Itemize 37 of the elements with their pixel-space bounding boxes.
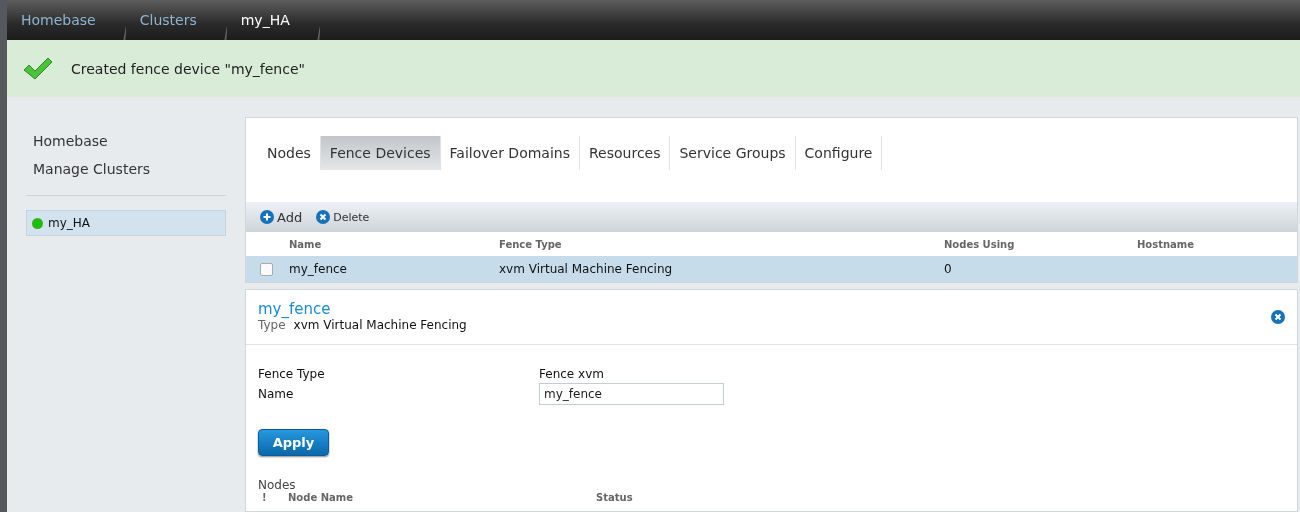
sidebar-link[interactable]: Homebase xyxy=(26,127,226,155)
add-icon xyxy=(260,210,274,224)
column-header: Node Name xyxy=(288,492,354,503)
close-icon xyxy=(1271,310,1285,324)
column-header: Hostname xyxy=(1137,237,1196,252)
column-header: Nodes Using xyxy=(944,237,1016,252)
row-checkbox[interactable] xyxy=(260,262,273,276)
sidebar-link[interactable]: Manage Clusters xyxy=(26,155,226,183)
delete-button[interactable]: Delete xyxy=(316,210,370,224)
tab[interactable]: Resources xyxy=(580,136,671,170)
tab[interactable]: Service Groups xyxy=(670,136,796,170)
nodes-heading: Nodes xyxy=(258,478,297,492)
column-header: Name xyxy=(289,237,323,252)
delete-icon xyxy=(316,210,331,224)
notification-message: Created fence device "my_fence" xyxy=(71,60,305,77)
tab[interactable]: Failover Domains xyxy=(440,136,580,170)
column-header: Status xyxy=(596,492,634,503)
column-header: ! xyxy=(262,492,268,503)
table-cell: 0 xyxy=(944,262,952,276)
field-label: Name xyxy=(258,387,295,401)
column-header: Fence Type xyxy=(499,237,563,252)
table-cell: xvm Virtual Machine Fencing xyxy=(499,262,673,276)
tab[interactable]: Nodes xyxy=(258,136,321,170)
checkmark-icon xyxy=(23,56,53,81)
field-label: Fence Type xyxy=(258,367,326,381)
device-title: my_fence xyxy=(258,300,332,318)
cluster-item[interactable]: my_HA xyxy=(26,210,226,236)
add-button[interactable]: Add xyxy=(260,209,303,225)
field-value: Fence xvm xyxy=(539,367,605,381)
table-row[interactable]: my_fence xvm Virtual Machine Fencing 0 xyxy=(246,256,1297,282)
tab[interactable]: Fence Devices xyxy=(320,136,441,170)
type-value: xvm Virtual Machine Fencing xyxy=(293,318,467,332)
type-label: Type xyxy=(258,318,286,332)
name-input[interactable]: my_fence xyxy=(539,383,724,405)
apply-button[interactable]: Apply xyxy=(258,429,329,456)
tab[interactable]: Configure xyxy=(795,136,883,170)
table-cell: my_fence xyxy=(289,262,347,276)
